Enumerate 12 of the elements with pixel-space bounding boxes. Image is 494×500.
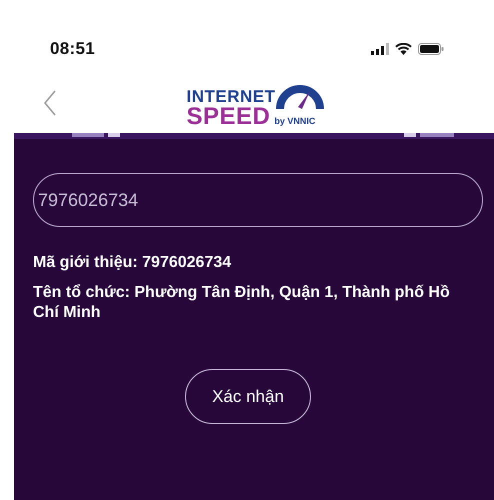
- status-time: 08:51: [50, 39, 95, 59]
- info-text: Mã giới thiệu: 7976026734: [33, 253, 232, 273]
- battery-icon: [418, 43, 444, 55]
- confirm-button[interactable]: Xác nhận: [185, 369, 311, 424]
- code-input-field[interactable]: 7976026734: [33, 173, 483, 227]
- logo-text: SPEED: [186, 105, 270, 129]
- info-text: Tên tổ chức: Phường Tân Định, Quận 1, Thành phố Hồ Chí Minh: [33, 283, 451, 323]
- back-icon[interactable]: [43, 90, 57, 116]
- logo-text: INTERNET: [186, 88, 276, 105]
- wifi-icon: [395, 43, 412, 55]
- signal-icon: [371, 43, 389, 55]
- logo-byline: by VNNIC: [274, 117, 316, 126]
